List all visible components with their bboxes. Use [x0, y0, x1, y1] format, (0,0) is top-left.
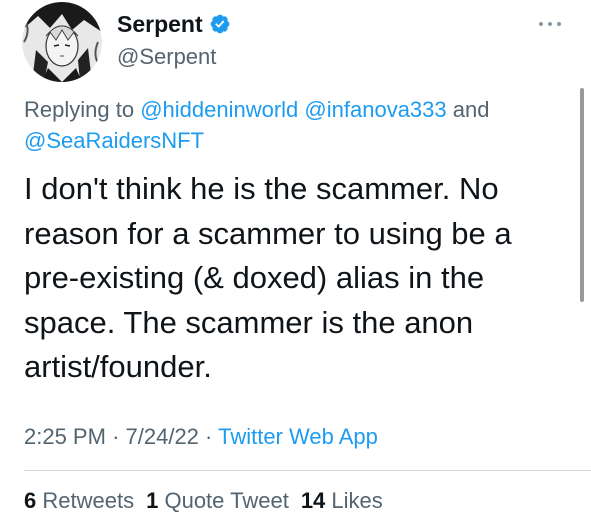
- mention-link[interactable]: @infanova333: [304, 97, 446, 122]
- retweets-stat[interactable]: 6 Retweets: [24, 487, 134, 515]
- replying-to: Replying to @hiddeninworld @infanova333 …: [24, 94, 564, 156]
- avatar[interactable]: [22, 2, 102, 82]
- meta-separator: ·: [112, 424, 120, 449]
- retweets-label: Retweets: [42, 488, 135, 513]
- replying-to-label: Replying to: [24, 97, 135, 122]
- tweet: Serpent @Serpent Replying to @hiddeninwo…: [0, 0, 591, 520]
- tweet-text: I don't think he is the scammer. No reas…: [24, 171, 512, 384]
- likes-stat[interactable]: 14 Likes: [301, 487, 383, 515]
- tweet-time[interactable]: 2:25 PM: [24, 424, 106, 449]
- author-name-row[interactable]: Serpent: [117, 10, 231, 38]
- mention-link[interactable]: @SeaRaidersNFT: [24, 128, 204, 153]
- quote-tweets-stat[interactable]: 1 Quote Tweet: [146, 487, 289, 515]
- mention-link[interactable]: @hiddeninworld: [140, 97, 298, 122]
- retweets-count: 6: [24, 488, 37, 513]
- tweet-source-link[interactable]: Twitter Web App: [218, 424, 378, 449]
- replying-to-conjunction: and: [452, 97, 490, 122]
- quote-tweets-count: 1: [146, 488, 159, 513]
- tweet-date[interactable]: 7/24/22: [126, 424, 199, 449]
- divider: [24, 470, 591, 471]
- more-options-icon[interactable]: [533, 14, 567, 34]
- display-name[interactable]: Serpent: [117, 10, 203, 38]
- likes-label: Likes: [331, 488, 383, 513]
- tweet-meta: 2:25 PM · 7/24/22 · Twitter Web App: [24, 423, 378, 451]
- quote-tweets-label: Quote Tweet: [164, 488, 289, 513]
- author-handle[interactable]: @Serpent: [117, 44, 216, 70]
- meta-separator: ·: [205, 424, 213, 449]
- verified-badge-icon: [210, 14, 230, 34]
- engagement-stats: 6 Retweets 1 Quote Tweet 14 Likes: [24, 487, 383, 515]
- scrollbar-thumb[interactable]: [580, 88, 584, 302]
- likes-count: 14: [300, 488, 326, 513]
